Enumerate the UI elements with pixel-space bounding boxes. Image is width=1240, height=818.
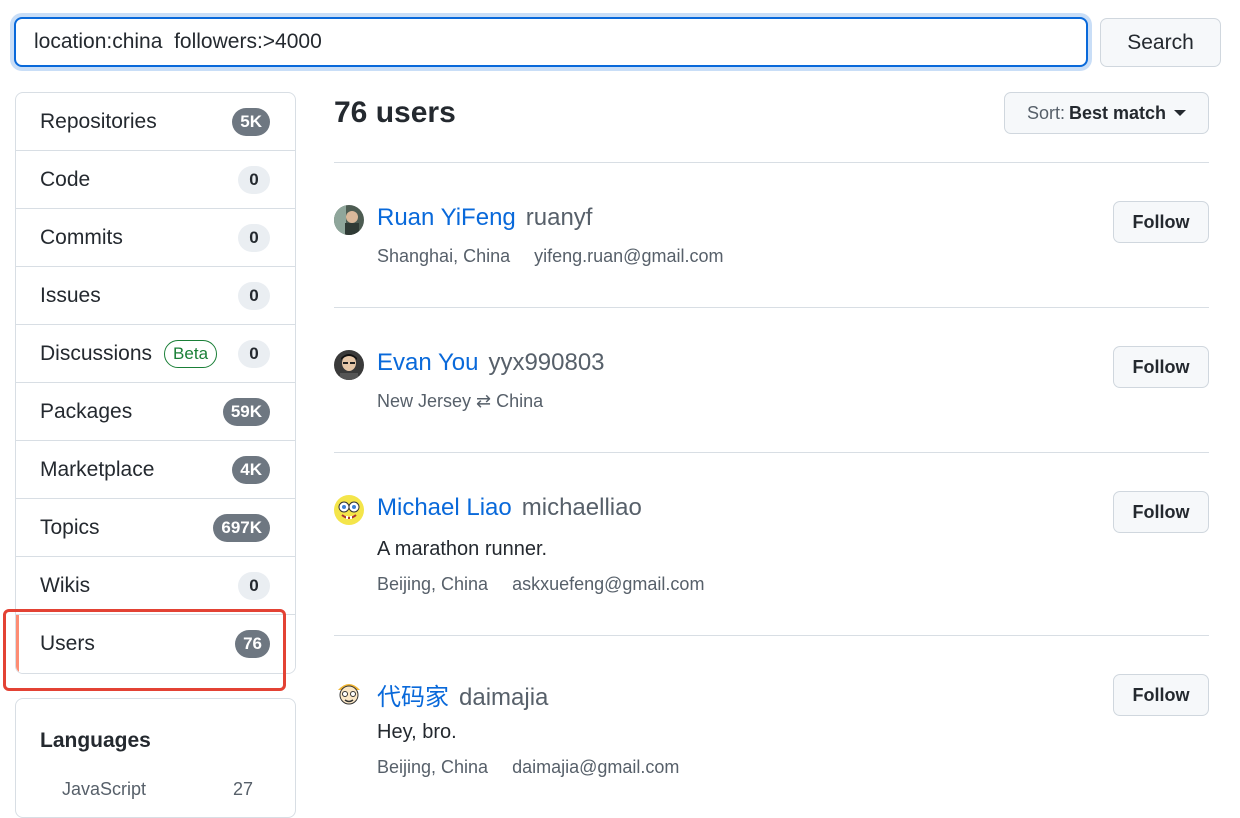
sidebar-item-label: Discussions: [40, 341, 153, 365]
user-login: ruanyf: [525, 204, 593, 231]
sort-dropdown[interactable]: Sort: Best match: [1004, 92, 1209, 134]
results-title: 76 users: [334, 96, 456, 129]
divider: [334, 162, 1209, 163]
sidebar-item-packages[interactable]: Packages 59K: [16, 383, 295, 441]
user-meta: Beijing, China daimajia@gmail.com: [377, 757, 679, 778]
sidebar-item-repositories[interactable]: Repositories 5K: [16, 93, 295, 151]
user-location: Beijing, China: [377, 757, 489, 777]
avatar[interactable]: [334, 678, 364, 708]
count-badge: 5K: [232, 107, 270, 136]
sidebar-item-commits[interactable]: Commits 0: [16, 209, 295, 267]
avatar[interactable]: [334, 205, 364, 235]
count-badge: 59K: [222, 397, 270, 426]
languages-panel: Languages JavaScript 27: [15, 698, 296, 818]
caret-down-icon: [1174, 110, 1187, 116]
sidebar-item-wikis[interactable]: Wikis 0: [16, 557, 295, 615]
follow-button[interactable]: Follow: [1113, 674, 1209, 716]
user-location: Beijing, China: [377, 574, 489, 594]
sidebar-item-label: Commits: [40, 225, 123, 249]
count-badge: 0: [238, 281, 270, 310]
sidebar-item-label: Topics: [40, 515, 100, 539]
divider: [334, 452, 1209, 453]
search-type-menu: Repositories 5K Code 0 Commits 0 Issues …: [15, 92, 296, 674]
sidebar-item-label: Users: [40, 632, 95, 655]
sidebar-item-label: Marketplace: [40, 457, 155, 481]
count-badge: 76: [235, 630, 270, 658]
user-bio: Hey, bro.: [377, 721, 457, 743]
search-button[interactable]: Search: [1100, 18, 1221, 67]
user-location: Shanghai, China: [377, 246, 511, 266]
user-meta: Beijing, China askxuefeng@gmail.com: [377, 574, 704, 595]
sidebar-item-discussions[interactable]: Discussions Beta 0: [16, 325, 295, 383]
user-bio: A marathon runner.: [377, 538, 548, 560]
user-meta: New Jersey ⇄ China: [377, 391, 543, 412]
avatar[interactable]: [334, 495, 364, 525]
user-location: New Jersey ⇄ China: [377, 391, 544, 411]
sidebar-item-label-wrap: Discussions Beta: [40, 339, 218, 368]
beta-badge: Beta: [164, 339, 218, 368]
search-input[interactable]: [14, 17, 1088, 67]
divider: [334, 635, 1209, 636]
user-name-line: Michael Liao michaelliao: [377, 494, 642, 522]
count-badge: 0: [238, 339, 270, 368]
follow-button[interactable]: Follow: [1113, 491, 1209, 533]
count-badge: 0: [238, 223, 270, 252]
user-email[interactable]: askxuefeng@gmail.com: [512, 574, 704, 594]
avatar[interactable]: [334, 350, 364, 380]
count-badge: 4K: [232, 455, 270, 484]
user-email[interactable]: daimajia@gmail.com: [512, 757, 679, 777]
sidebar-item-issues[interactable]: Issues 0: [16, 267, 295, 325]
sidebar-item-code[interactable]: Code 0: [16, 151, 295, 209]
count-badge: 697K: [213, 513, 270, 542]
follow-button[interactable]: Follow: [1113, 201, 1209, 243]
user-login: michaelliao: [521, 494, 642, 521]
languages-title: Languages: [40, 729, 151, 752]
sidebar-item-users[interactable]: Users 76: [16, 615, 295, 673]
language-item[interactable]: JavaScript 27: [62, 779, 253, 800]
divider: [334, 307, 1209, 308]
user-name-line: 代码家 daimajia: [377, 677, 548, 712]
sidebar-item-label: Repositories: [40, 109, 157, 133]
user-name-link[interactable]: Evan You: [377, 349, 478, 376]
sidebar-item-label: Issues: [40, 283, 101, 307]
sidebar-item-label: Packages: [40, 399, 133, 423]
sidebar-item-label: Code: [40, 167, 91, 191]
count-badge: 0: [238, 165, 270, 194]
sidebar-item-topics[interactable]: Topics 697K: [16, 499, 295, 557]
sidebar-item-label: Wikis: [40, 573, 91, 597]
sort-value: Best match: [1068, 102, 1167, 123]
user-name-line: Ruan YiFeng ruanyf: [377, 204, 592, 232]
language-name: JavaScript: [62, 779, 147, 799]
user-name-link[interactable]: Ruan YiFeng: [377, 204, 516, 231]
count-badge: 0: [238, 571, 270, 600]
user-name-link[interactable]: Michael Liao: [377, 494, 512, 521]
sort-prefix: Sort:: [1026, 102, 1065, 123]
user-name-line: Evan You yyx990803: [377, 349, 605, 377]
user-login: yyx990803: [488, 349, 605, 376]
sidebar-item-marketplace[interactable]: Marketplace 4K: [16, 441, 295, 499]
language-count: 27: [232, 779, 253, 799]
user-meta: Shanghai, China yifeng.ruan@gmail.com: [377, 246, 723, 267]
user-name-link[interactable]: 代码家: [377, 684, 449, 711]
user-email[interactable]: yifeng.ruan@gmail.com: [534, 246, 723, 266]
user-login: daimajia: [459, 684, 549, 711]
follow-button[interactable]: Follow: [1113, 346, 1209, 388]
